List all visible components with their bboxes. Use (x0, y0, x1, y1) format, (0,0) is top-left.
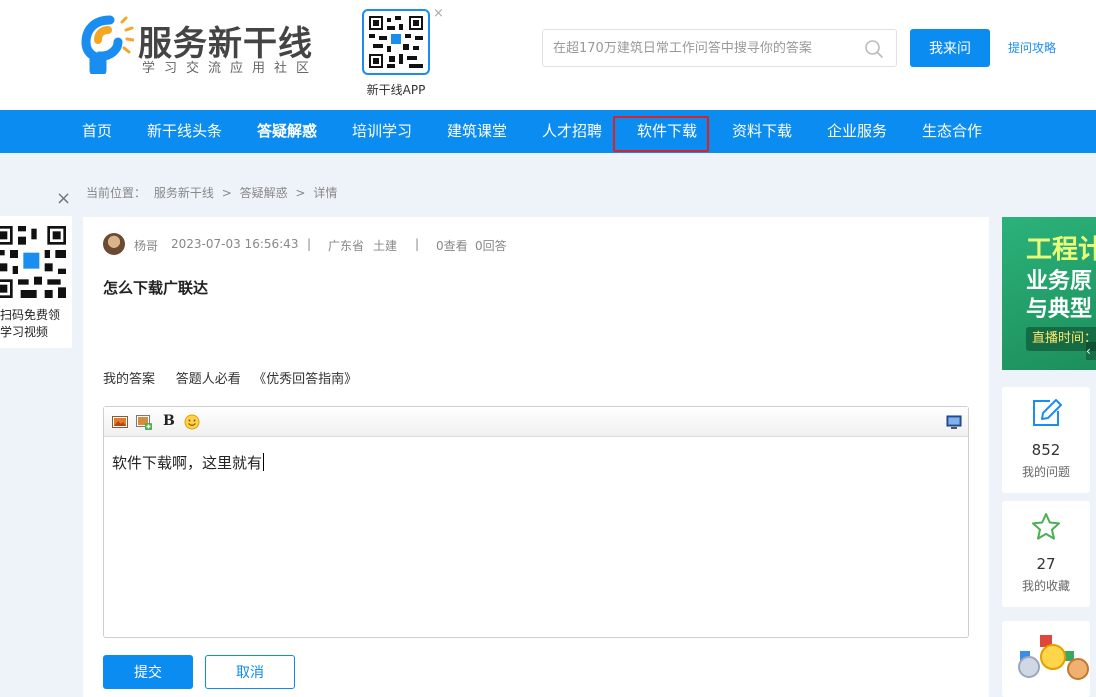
question-category: 土建 (373, 239, 398, 253)
meta-separator: | (415, 237, 420, 251)
my-questions-label: 我的问题 (1021, 465, 1070, 479)
float-qr-line1: 扫码免费领 (0, 308, 61, 322)
nav-item-material-download[interactable]: 资料下载 (732, 110, 792, 153)
site-header: 服务新干线 学习交流应用社区 × 新干线APP 我来问 提问攻略 (0, 0, 1096, 110)
breadcrumb-separator: > (221, 186, 232, 200)
nav-item-headlines[interactable]: 新干线头条 (147, 110, 222, 153)
nav-item-enterprise[interactable]: 企业服务 (827, 110, 887, 153)
question-answers: 0回答 (475, 239, 507, 253)
cancel-button[interactable]: 取消 (205, 655, 295, 689)
nav-item-ecosystem[interactable]: 生态合作 (922, 110, 982, 153)
ask-guide-link[interactable]: 提问攻略 (1008, 39, 1056, 56)
medal-icon (1018, 635, 1089, 680)
site-logo[interactable]: 服务新干线 学习交流应用社区 (80, 12, 320, 82)
breadcrumb-home[interactable]: 服务新干线 (154, 186, 214, 200)
nav-item-jobs[interactable]: 人才招聘 (542, 110, 602, 153)
search-input[interactable] (543, 30, 843, 66)
insert-image-icon[interactable] (112, 414, 128, 430)
qr-code-icon (369, 16, 423, 68)
my-questions-box[interactable]: 852 我的问题 (1002, 387, 1090, 493)
my-favorites-count: 27 (1036, 555, 1056, 573)
meta-separator: | (307, 237, 312, 251)
question-region: 广东省 (328, 239, 365, 253)
app-qr-code (362, 9, 430, 75)
banner-line1: 工程计 (1026, 235, 1096, 265)
emoji-icon[interactable] (184, 414, 200, 430)
breadcrumb-qa[interactable]: 答疑解惑 (240, 186, 288, 200)
float-qr-panel: 扫码免费领 学习视频 (0, 216, 72, 348)
qr-code-icon (0, 226, 66, 298)
logo-mark-icon (81, 15, 134, 74)
submit-button[interactable]: 提交 (103, 655, 193, 689)
app-qr-close-icon[interactable]: × (433, 6, 444, 21)
nav-item-classroom[interactable]: 建筑课堂 (447, 110, 507, 153)
ranking-box[interactable] (1002, 621, 1090, 697)
float-qr-close-icon[interactable]: × (56, 188, 71, 209)
float-qr-line2: 学习视频 (0, 325, 49, 339)
breadcrumb: 当前位置： 服务新干线 > 答疑解惑 > 详情 (86, 184, 341, 201)
fullscreen-icon[interactable] (946, 414, 962, 430)
breadcrumb-separator: > (295, 186, 306, 200)
logo-subtitle: 学习交流应用社区 (142, 61, 319, 76)
star-icon (1032, 513, 1060, 540)
question-views: 0查看 (436, 239, 468, 253)
answer-header: 我的答案 答题人必看 《优秀回答指南》 (103, 368, 357, 387)
breadcrumb-current: 详情 (313, 186, 338, 200)
bold-icon[interactable]: B (163, 413, 175, 429)
search-box (542, 29, 897, 67)
app-qr-label: 新干线APP (366, 83, 426, 97)
text-caret (263, 453, 265, 471)
nav-item-software-download[interactable]: 软件下载 (637, 110, 697, 153)
ask-question-button[interactable]: 我来问 (910, 29, 990, 67)
answer-text: 软件下载啊，这里就有 (112, 454, 263, 472)
answer-content[interactable]: 软件下载啊，这里就有 (112, 452, 265, 473)
my-favorites-label: 我的收藏 (1021, 579, 1070, 593)
nav-item-home[interactable]: 首页 (82, 110, 112, 153)
course-banner[interactable]: 工程计 业务原 与典型 直播时间： ‹ (1002, 217, 1096, 370)
author-name[interactable]: 杨哥 (134, 237, 158, 254)
main-nav: 首页 新干线头条 答疑解惑 培训学习 建筑课堂 人才招聘 软件下载 资料下载 企… (0, 110, 1096, 153)
nav-item-training[interactable]: 培训学习 (352, 110, 412, 153)
my-questions-count: 852 (1031, 441, 1061, 459)
banner-prev-icon[interactable]: ‹ (1086, 342, 1096, 360)
editor-toolbar: B (104, 407, 968, 437)
question-card: 杨哥 2023-07-03 16:56:43 | 广东省 土建 | 0查看 0回… (83, 217, 989, 697)
banner-line3: 与典型 (1026, 297, 1093, 322)
question-title: 怎么下载广联达 (103, 279, 209, 297)
nav-item-qa[interactable]: 答疑解惑 (257, 110, 317, 153)
my-favorites-box[interactable]: 27 我的收藏 (1002, 501, 1090, 607)
answer-editor: B 软件下载啊，这里就有 (103, 406, 969, 638)
upload-image-icon[interactable] (136, 414, 152, 430)
breadcrumb-prefix: 当前位置： (86, 186, 147, 200)
answer-guide-link[interactable]: 《优秀回答指南》 (253, 372, 357, 387)
edit-icon (1033, 399, 1062, 426)
my-answer-label: 我的答案 (103, 372, 156, 387)
must-read-label: 答题人必看 (175, 372, 241, 387)
question-datetime: 2023-07-03 16:56:43 (171, 237, 299, 251)
search-icon[interactable] (864, 39, 884, 59)
avatar[interactable] (103, 233, 125, 255)
